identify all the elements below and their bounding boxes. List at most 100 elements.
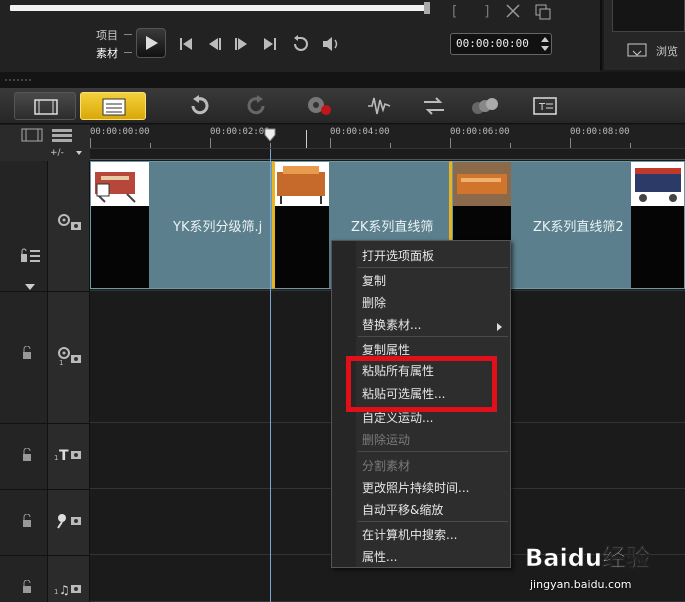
- track-lock-column: [0, 161, 48, 602]
- ruler-tick: [510, 143, 511, 148]
- storyboard-view-button[interactable]: [14, 92, 76, 120]
- timeline-view-button[interactable]: [80, 92, 146, 120]
- go-to-start-icon[interactable]: [176, 34, 198, 54]
- ruler-tick: [210, 138, 211, 148]
- previous-frame-icon[interactable]: [204, 34, 226, 54]
- svg-text:[: [: [452, 4, 457, 20]
- video-track-icon[interactable]: [56, 213, 84, 233]
- record-capture-icon[interactable]: [306, 94, 334, 118]
- volume-icon[interactable]: [320, 34, 342, 54]
- ruler-tick-label: 00:00:08:00: [570, 127, 630, 137]
- menu-customize-motion[interactable]: 自定义运动...: [362, 409, 433, 429]
- menu-split-clip: 分割素材: [362, 459, 411, 473]
- timeline-clip[interactable]: YK系列分级筛.j: [90, 161, 272, 289]
- menu-search-computer[interactable]: 在计算机中搜索...: [362, 526, 457, 546]
- show-all-tracks-icon: [21, 128, 43, 142]
- clip-thumbnail: [91, 162, 149, 206]
- clip-thumbnail-shadow: [275, 206, 329, 288]
- ruler-corner: +/-: [0, 125, 90, 161]
- track-divider: [0, 555, 90, 556]
- lock-icon[interactable]: [22, 345, 36, 360]
- browse-icon: [627, 43, 647, 57]
- ruler-tick: [450, 138, 451, 148]
- submenu-arrow-icon: [497, 323, 502, 331]
- ruler-tick: [90, 138, 91, 148]
- overlay-track-icon[interactable]: 1: [56, 346, 84, 367]
- menu-open-options-panel[interactable]: 打开选项面板: [362, 247, 434, 267]
- menu-separator: [358, 451, 508, 452]
- title-track-icon[interactable]: 1T: [52, 446, 84, 464]
- project-mode-label[interactable]: 项目: [96, 27, 118, 43]
- go-to-end-icon[interactable]: [260, 34, 282, 54]
- scrubber-handle[interactable]: [424, 2, 430, 14]
- playhead-marker-icon[interactable]: [264, 128, 276, 142]
- preview-scrubber[interactable]: [10, 5, 428, 11]
- watermark-logo: Baidu经验: [525, 544, 650, 572]
- timecode-field[interactable]: 00:00:00:00: [450, 33, 552, 55]
- menu-copy[interactable]: 复制: [362, 272, 386, 292]
- clip-title: YK系列分级筛.j: [173, 220, 263, 235]
- browse-button[interactable]: 浏览: [626, 40, 685, 62]
- svg-text:1: 1: [54, 454, 58, 462]
- menu-replace-clip[interactable]: 替换素材...: [362, 316, 421, 336]
- menu-change-photo-duration[interactable]: 更改照片持续时间...: [362, 479, 469, 499]
- ruler-tick: [330, 138, 331, 148]
- clip-thumbnail-shadow: [91, 206, 149, 288]
- clip-thumbnail-shadow: [631, 206, 684, 288]
- motion-tracking-icon[interactable]: [470, 94, 500, 118]
- lock-icon[interactable]: [22, 447, 36, 462]
- undo-icon[interactable]: [186, 94, 210, 118]
- ruler-strip: [90, 149, 685, 160]
- ruler-tick: [570, 138, 571, 148]
- ruler-tick-label: 00:00:02:00: [210, 127, 270, 137]
- svg-text:1: 1: [54, 588, 58, 596]
- play-icon: [146, 36, 158, 50]
- clip-title: ZK系列直线筛2: [533, 220, 624, 235]
- track-expand-icon[interactable]: [24, 280, 36, 290]
- music-track-icon[interactable]: 1 ♫: [52, 580, 84, 598]
- clip-thumbnail: [631, 162, 684, 206]
- track-divider: [0, 291, 90, 292]
- menu-separator: [358, 521, 508, 522]
- watermark-url: jingyan.baidu.com: [530, 578, 632, 591]
- menu-properties[interactable]: 属性...: [362, 548, 397, 568]
- clip-mode-label[interactable]: 素材: [96, 45, 118, 61]
- next-frame-icon[interactable]: [232, 34, 254, 54]
- auto-music-icon[interactable]: [420, 94, 448, 118]
- svg-text:T: T: [538, 102, 546, 113]
- panel-divider: [600, 0, 602, 70]
- clip-title: ZK系列直线筛: [351, 220, 434, 235]
- timecode-spinner-icon[interactable]: [539, 34, 551, 54]
- filmstrip-icon: [34, 99, 58, 115]
- menu-separator: [358, 336, 508, 337]
- ruler-tick: [390, 143, 391, 148]
- svg-text:]: ]: [484, 4, 489, 20]
- ruler-tick-label: 00:00:04:00: [330, 127, 390, 137]
- lock-icon[interactable]: [22, 579, 36, 594]
- time-ruler[interactable]: 00:00:00:00 00:00:02:00 00:00:04:00 00:0…: [90, 125, 685, 149]
- menu-auto-pan-zoom[interactable]: 自动平移&缩放: [362, 501, 443, 521]
- voice-track-icon[interactable]: [54, 512, 84, 530]
- mark-in-out-icons[interactable]: [ ]: [452, 2, 562, 20]
- ruler-tick-label: 00:00:00:00: [90, 127, 150, 137]
- repeat-icon[interactable]: [290, 34, 312, 54]
- project-mode-dash: [124, 34, 132, 35]
- ruler-tick: [270, 143, 271, 148]
- baidu-watermark: Baidu经验: [525, 538, 685, 602]
- sound-mixer-icon[interactable]: [366, 94, 392, 118]
- redo-icon[interactable]: [246, 94, 270, 118]
- menu-delete[interactable]: 删除: [362, 294, 386, 314]
- playhead-line: [270, 149, 271, 602]
- track-divider: [0, 423, 90, 424]
- browse-label: 浏览: [656, 45, 678, 58]
- play-button[interactable]: [136, 28, 166, 58]
- svg-text:+/-: +/-: [50, 148, 64, 158]
- menu-separator: [358, 267, 508, 268]
- lock-icon[interactable]: [22, 513, 36, 528]
- clip-thumbnail: [453, 162, 511, 206]
- subtitle-editor-icon[interactable]: T: [532, 94, 558, 118]
- track-manager-icon: [52, 129, 72, 142]
- ripple-edit-icon[interactable]: [20, 248, 42, 264]
- ruler-tick-label: 00:00:06:00: [450, 127, 510, 137]
- svg-text:1: 1: [59, 359, 63, 366]
